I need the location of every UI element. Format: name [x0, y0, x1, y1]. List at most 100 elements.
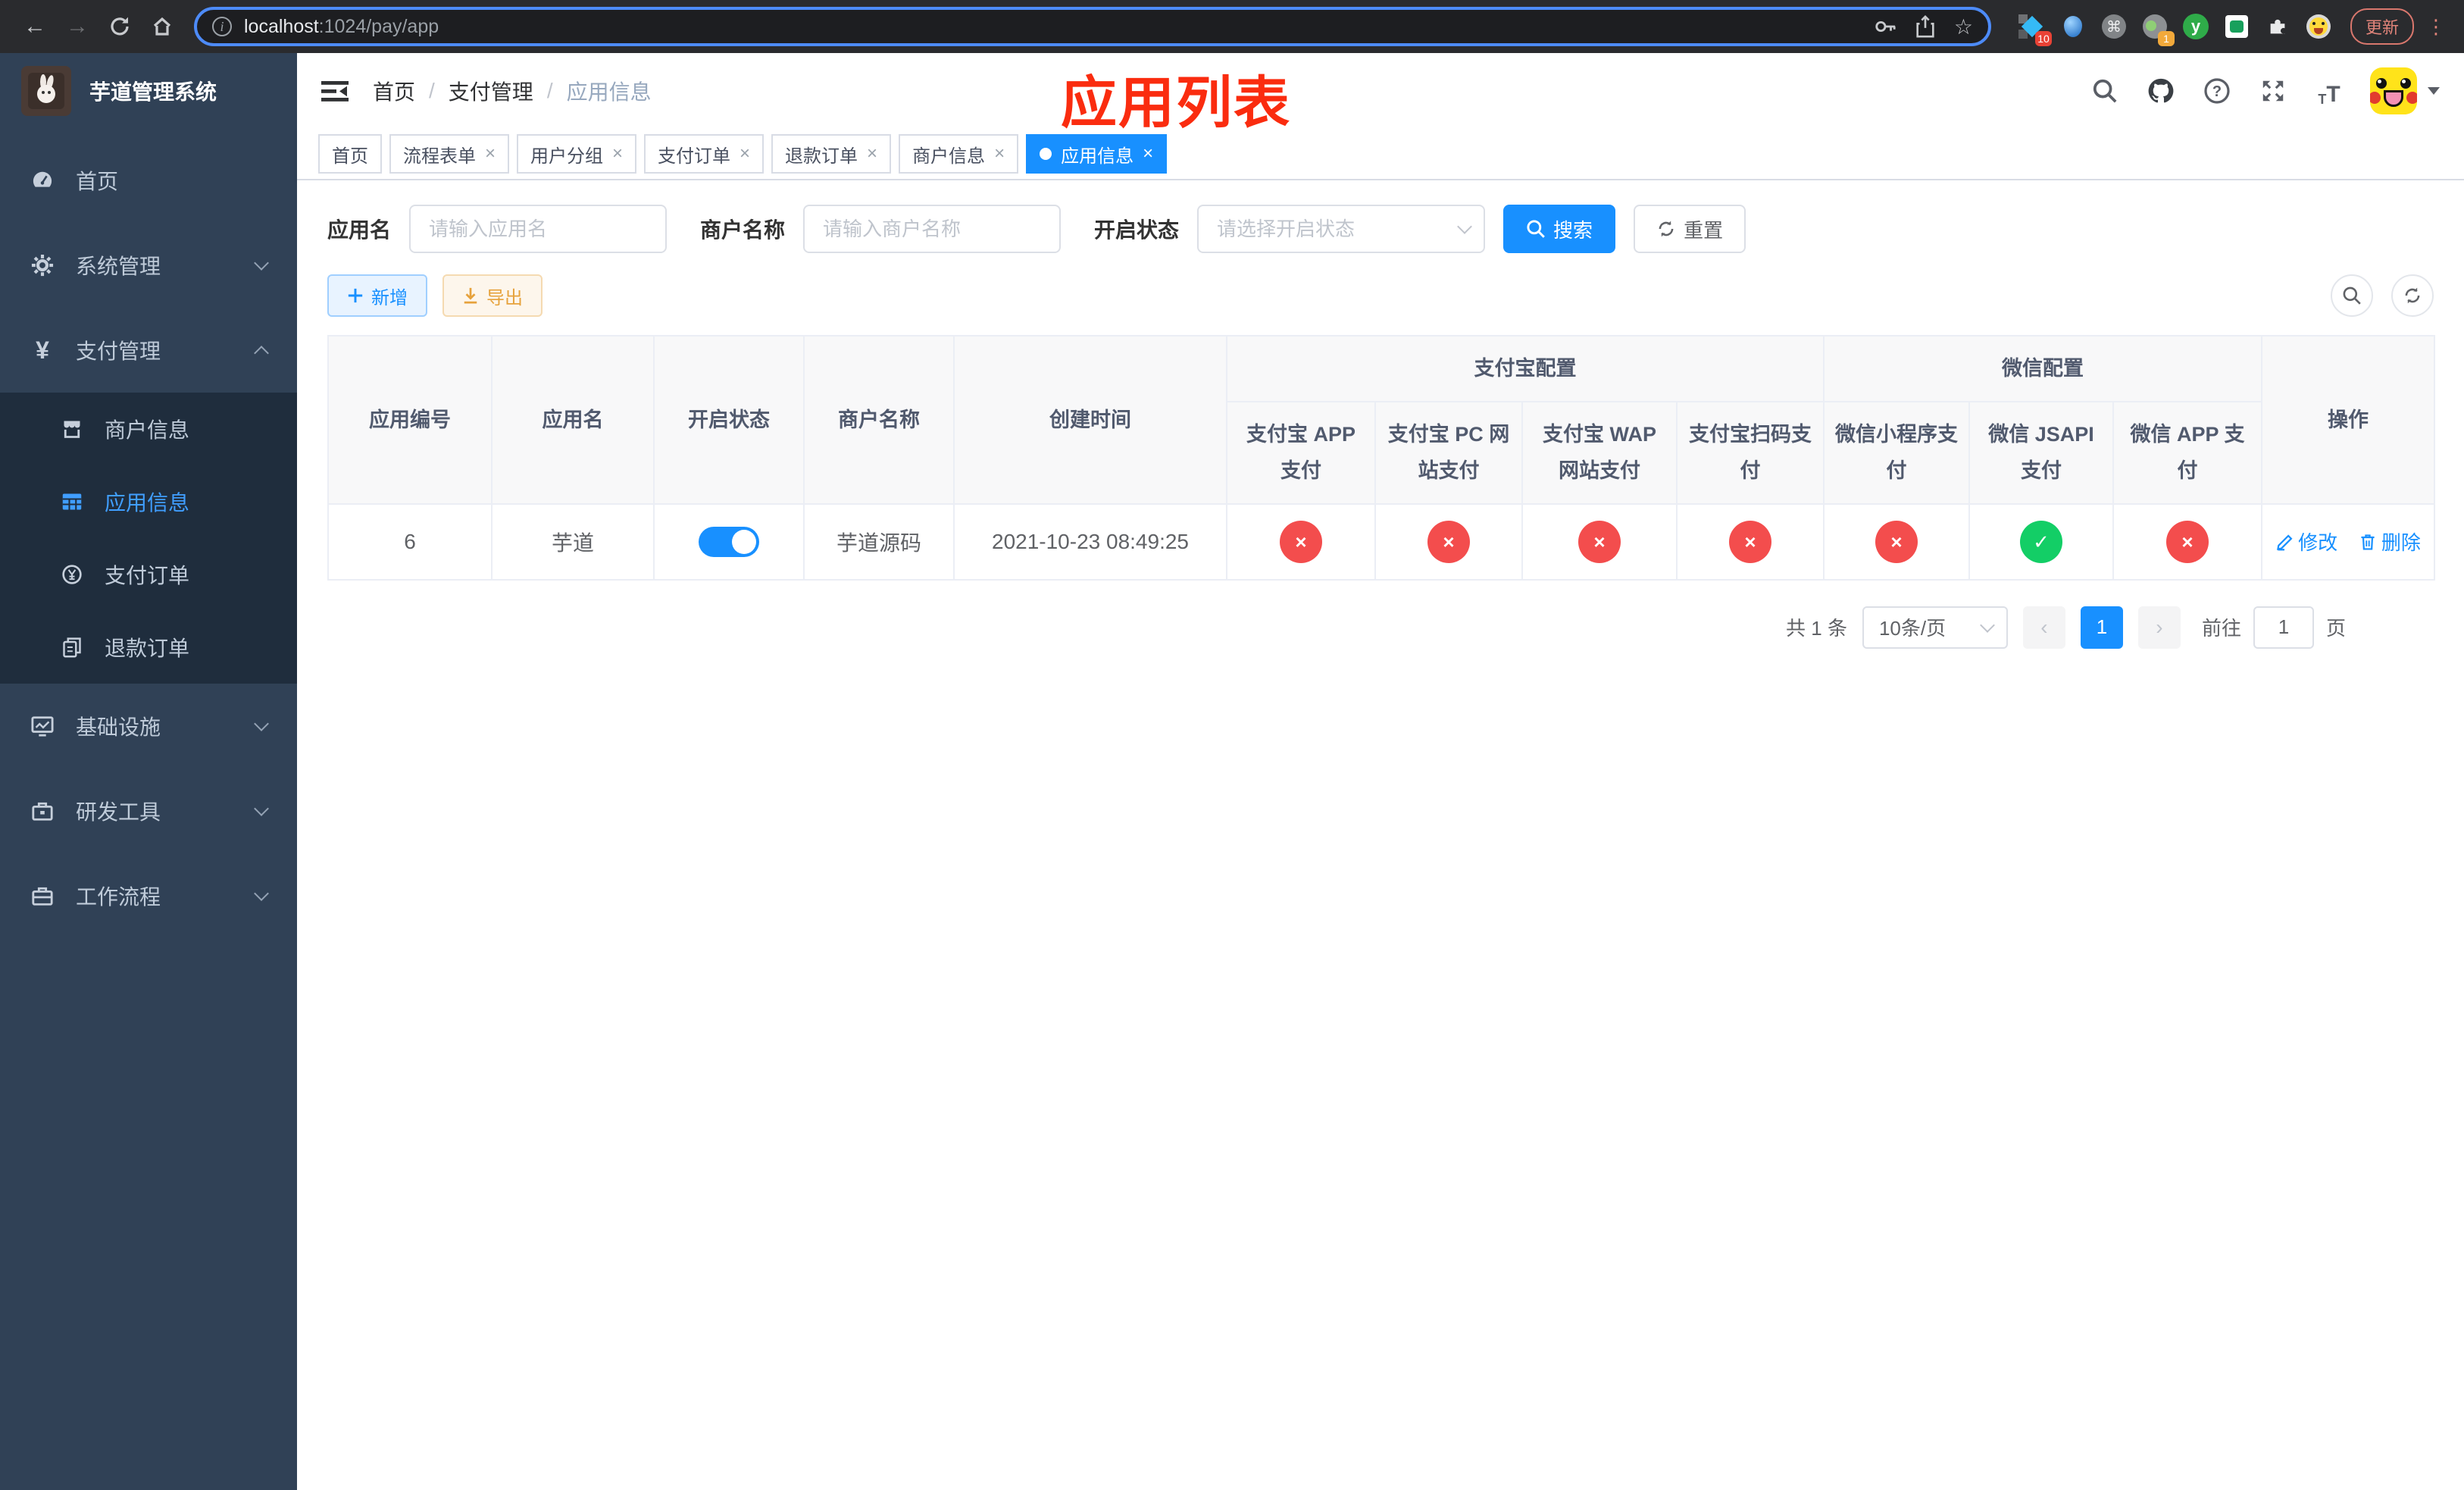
sidebar-item-pay-order[interactable]: 支付订单: [0, 538, 297, 611]
close-icon[interactable]: ×: [1143, 145, 1153, 163]
alipay-pc-status-badge: ×: [1427, 520, 1470, 563]
sidebar-item-system[interactable]: 系统管理: [0, 223, 297, 308]
add-button[interactable]: 新增: [327, 274, 427, 317]
status-select[interactable]: [1197, 205, 1486, 253]
site-info-icon[interactable]: i: [212, 17, 232, 36]
tag-merchant-info[interactable]: 商户信息 ×: [899, 134, 1019, 174]
avatar-image: [2370, 67, 2417, 114]
toggle-search-button[interactable]: [2331, 274, 2373, 317]
reset-button[interactable]: 重置: [1634, 205, 1746, 253]
export-button[interactable]: 导出: [442, 274, 543, 317]
tag-refund-order[interactable]: 退款订单 ×: [771, 134, 892, 174]
breadcrumb-home[interactable]: 首页: [373, 76, 415, 106]
close-icon[interactable]: ×: [994, 145, 1005, 163]
extension-badge: 1: [2157, 31, 2175, 46]
close-icon[interactable]: ×: [867, 145, 877, 163]
bookmark-star-icon[interactable]: ☆: [1954, 14, 1973, 39]
prev-page-button[interactable]: ‹: [2022, 606, 2065, 649]
close-icon[interactable]: ×: [485, 145, 496, 163]
refresh-table-button[interactable]: [2391, 274, 2434, 317]
col-created: 创建时间: [953, 335, 1227, 505]
browser-home-button[interactable]: [142, 7, 182, 46]
browser-chrome: ← → i localhost:1024/pay/app ☆ 10 ⌘ 1 y …: [0, 0, 2464, 53]
github-icon[interactable]: [2146, 76, 2176, 106]
sidebar-item-infra[interactable]: 基础设施: [0, 684, 297, 768]
app-name-input[interactable]: [409, 205, 668, 253]
table-toolbar: 新增 导出: [327, 274, 2434, 317]
refresh-icon: [1659, 221, 1674, 237]
browser-forward-button[interactable]: →: [58, 7, 97, 46]
caret-down-icon: [2428, 87, 2440, 101]
next-page-button[interactable]: ›: [2137, 606, 2181, 649]
cell-app-id: 6: [327, 502, 492, 581]
fullscreen-icon[interactable]: [2258, 76, 2288, 106]
sidebar-item-payment[interactable]: ¥ 支付管理: [0, 308, 297, 393]
extension-command-icon[interactable]: ⌘: [2100, 13, 2128, 40]
sidebar-collapse-icon[interactable]: [318, 74, 352, 108]
browser-back-button[interactable]: ←: [15, 7, 55, 46]
sidebar-item-refund-order[interactable]: 退款订单: [0, 611, 297, 684]
tag-user-group[interactable]: 用户分组 ×: [517, 134, 637, 174]
page-content: 应用名 商户名称 开启状态: [297, 180, 2464, 1490]
tag-process-form[interactable]: 流程表单 ×: [389, 134, 510, 174]
profile-avatar-icon[interactable]: [2305, 13, 2332, 40]
alipay-wap-status-badge: ×: [1578, 520, 1621, 563]
delete-link[interactable]: 删除: [2359, 527, 2421, 556]
merchant-name-input[interactable]: [803, 205, 1062, 253]
help-icon[interactable]: ?: [2202, 76, 2232, 106]
font-size-icon[interactable]: TT: [2314, 76, 2344, 107]
tag-app-info[interactable]: 应用信息 ×: [1026, 134, 1168, 174]
extension-balloon-icon[interactable]: [2059, 13, 2087, 40]
status-label: 开启状态: [1094, 218, 1180, 242]
cell-created: 2021-10-23 08:49:25: [953, 502, 1227, 581]
sidebar-item-workflow[interactable]: 工作流程: [0, 853, 297, 938]
top-navbar: 首页 / 支付管理 / 应用信息 应用列表 ? T T: [297, 53, 2464, 134]
address-bar[interactable]: i localhost:1024/pay/app ☆: [194, 7, 1991, 46]
sidebar-item-home[interactable]: 首页: [0, 138, 297, 223]
goto-page-input[interactable]: [2253, 606, 2314, 649]
logo-rabbit-icon: [21, 66, 71, 116]
tag-pay-order[interactable]: 支付订单 ×: [644, 134, 765, 174]
chevron-down-icon: [254, 801, 269, 816]
tag-home[interactable]: 首页: [318, 134, 382, 174]
browser-reload-button[interactable]: [100, 7, 139, 46]
extension-y-icon[interactable]: y: [2182, 13, 2209, 40]
browser-update-button[interactable]: 更新: [2350, 8, 2414, 45]
sidebar-item-app-info[interactable]: 应用信息: [0, 465, 297, 538]
download-icon: [464, 287, 477, 304]
breadcrumb-payment[interactable]: 支付管理: [449, 76, 533, 106]
total-count: 共 1 条: [1786, 617, 1847, 640]
reload-icon: [111, 17, 129, 36]
browser-menu-icon[interactable]: ⋮: [2426, 15, 2446, 39]
navbar-actions: ? TT: [2090, 67, 2440, 114]
search-icon: [2343, 286, 2361, 305]
status-select-input[interactable]: [1197, 205, 1486, 253]
share-icon[interactable]: [1915, 15, 1936, 38]
edit-link[interactable]: 修改: [2275, 527, 2337, 556]
page-number-1[interactable]: 1: [2080, 606, 2123, 649]
url-text: localhost:1024/pay/app: [244, 15, 439, 37]
extension-chat-icon[interactable]: [2223, 13, 2250, 40]
extensions-puzzle-icon[interactable]: [2264, 13, 2291, 40]
col-app-name: 应用名: [491, 335, 655, 505]
extensions-area: 10 ⌘ 1 y: [2018, 13, 2332, 46]
extension-camera-icon[interactable]: 1: [2141, 13, 2175, 46]
password-key-icon[interactable]: [1874, 15, 1896, 38]
extension-diamond-icon[interactable]: 10: [2018, 13, 2052, 46]
user-avatar[interactable]: [2370, 67, 2440, 114]
status-toggle[interactable]: [699, 526, 759, 557]
search-icon[interactable]: [2090, 76, 2120, 106]
search-button[interactable]: 搜索: [1503, 205, 1616, 253]
app-logo[interactable]: 芋道管理系统: [0, 53, 297, 129]
sidebar-item-devtools[interactable]: 研发工具: [0, 768, 297, 853]
close-icon[interactable]: ×: [740, 145, 750, 163]
page-size-select[interactable]: 10条/页: [1862, 606, 2008, 649]
toolbox-icon: [30, 800, 55, 822]
col-wx-jsapi: 微信 JSAPI 支付: [1968, 400, 2114, 505]
close-icon[interactable]: ×: [612, 145, 623, 163]
extension-badge: 10: [2034, 31, 2052, 46]
sidebar-item-merchant-info[interactable]: 商户信息: [0, 393, 297, 465]
col-actions: 操作: [2261, 335, 2436, 505]
col-wx-app: 微信 APP 支付: [2112, 400, 2263, 505]
cell-merchant: 芋道源码: [803, 502, 955, 581]
